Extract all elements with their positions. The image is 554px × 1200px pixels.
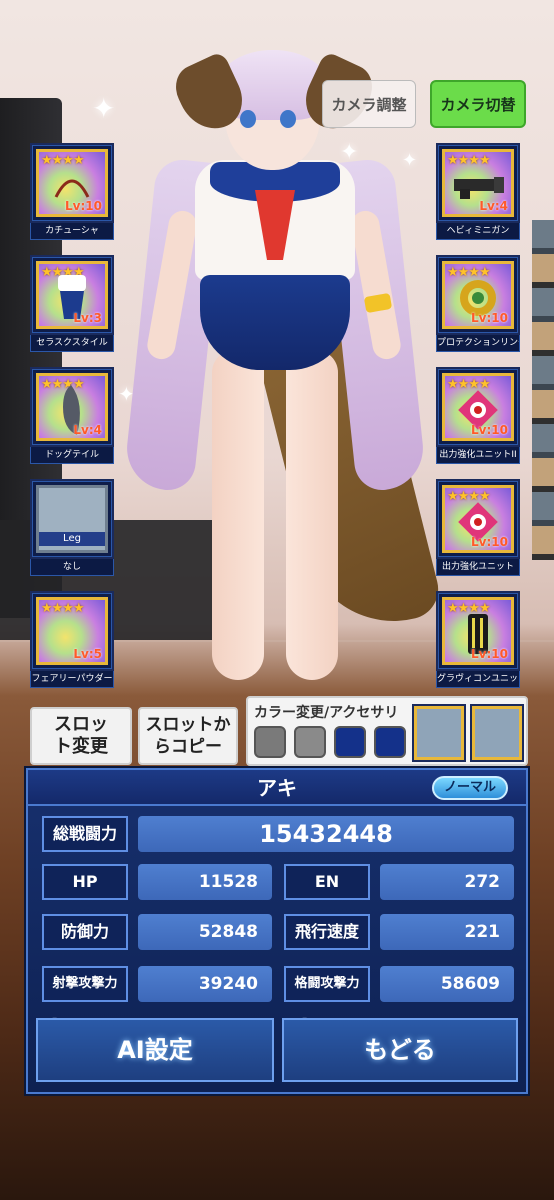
item-name: ドッグテイル bbox=[30, 447, 114, 464]
character-eye bbox=[240, 110, 256, 128]
item-level: Lv:10 bbox=[471, 535, 508, 549]
item-name: フェアリーパウダー bbox=[30, 671, 114, 688]
defense-value: 52848 bbox=[138, 914, 272, 950]
item-level: Lv:10 bbox=[471, 647, 508, 661]
character-leg bbox=[212, 350, 264, 680]
defense-label: 防御力 bbox=[42, 914, 128, 950]
item-name: 出力強化ユニットII bbox=[436, 447, 520, 464]
total-power-label: 総戦闘力 bbox=[42, 816, 128, 852]
equip-slot-unit-2[interactable]: ★★★★ Lv:10 出力強化ユニット bbox=[436, 479, 520, 576]
color-accessory-label: カラー変更/アクセサリ bbox=[254, 705, 399, 721]
color-swatch-2[interactable] bbox=[294, 726, 326, 758]
equip-slot-head[interactable]: ★★★★ Lv:10 カチューシャ bbox=[30, 143, 114, 240]
accessory-slot-1[interactable] bbox=[414, 706, 464, 760]
shooting-attack-value: 39240 bbox=[138, 966, 272, 1002]
rarity-stars: ★★★★ bbox=[41, 153, 85, 168]
color-swatch-1[interactable] bbox=[254, 726, 286, 758]
rank-badge: ノーマル bbox=[432, 776, 508, 800]
character-model[interactable] bbox=[122, 40, 445, 700]
rarity-stars: ★★★★ bbox=[41, 601, 85, 616]
camera-switch-button[interactable]: カメラ切替 bbox=[430, 80, 526, 128]
character-swimsuit bbox=[200, 275, 350, 370]
color-accessory-panel: カラー変更/アクセサリ bbox=[246, 696, 528, 766]
en-value: 272 bbox=[380, 864, 514, 900]
slot-change-label: スロット変更 bbox=[54, 714, 108, 757]
item-name: 出力強化ユニット bbox=[436, 559, 520, 576]
sparkle-icon: ✦ bbox=[92, 92, 116, 125]
equip-slot-effect[interactable]: ★★★★ Lv:5 フェアリーパウダー bbox=[30, 591, 114, 688]
flight-speed-value: 221 bbox=[380, 914, 514, 950]
accessory-slot-2[interactable] bbox=[472, 706, 522, 760]
item-name: カチューシャ bbox=[30, 223, 114, 240]
item-level: Lv:10 bbox=[65, 199, 102, 213]
melee-attack-value: 58609 bbox=[380, 966, 514, 1002]
headband-icon bbox=[54, 179, 90, 198]
character-leg bbox=[286, 350, 338, 680]
item-level: Lv:4 bbox=[479, 199, 508, 213]
slot-copy-button[interactable]: スロットからコピー bbox=[138, 707, 238, 765]
item-level: Lv:10 bbox=[471, 423, 508, 437]
item-level: Lv:5 bbox=[73, 647, 102, 661]
ai-settings-button[interactable]: AI設定 bbox=[36, 1018, 274, 1082]
color-swatch-3[interactable] bbox=[334, 726, 366, 758]
character-eye bbox=[280, 110, 296, 128]
hp-value: 11528 bbox=[138, 864, 272, 900]
equip-slot-body[interactable]: ★★★★ Lv:3 セラスクスタイル bbox=[30, 255, 114, 352]
equip-slot-accessory-1[interactable]: ★★★★ Lv:10 プロテクションリング bbox=[436, 255, 520, 352]
minigun-icon bbox=[454, 177, 504, 200]
hp-label: HP bbox=[42, 864, 128, 900]
item-level: Lv:10 bbox=[471, 311, 508, 325]
slot-change-button[interactable]: スロット変更 bbox=[30, 707, 132, 765]
equip-slot-leg[interactable]: Leg なし bbox=[30, 479, 114, 576]
back-button[interactable]: もどる bbox=[282, 1018, 518, 1082]
item-name: セラスクスタイル bbox=[30, 335, 114, 352]
shooting-attack-label: 射撃攻撃力 bbox=[42, 966, 128, 1002]
rarity-stars: ★★★★ bbox=[447, 153, 491, 168]
flight-speed-label: 飛行速度 bbox=[284, 914, 370, 950]
item-name: なし bbox=[30, 559, 114, 576]
color-swatch-4[interactable] bbox=[374, 726, 406, 758]
background-shelf bbox=[532, 220, 554, 560]
equip-slot-tail[interactable]: ★★★★ Lv:4 ドッグテイル bbox=[30, 367, 114, 464]
equip-slot-weapon[interactable]: ★★★★ Lv:4 ヘビィミニガン bbox=[436, 143, 520, 240]
melee-attack-label: 格闘攻撃力 bbox=[284, 966, 370, 1002]
total-power-value: 15432448 bbox=[138, 816, 514, 852]
equip-slot-unit-3[interactable]: ★★★★ Lv:10 グラヴィコンユニット bbox=[436, 591, 520, 688]
item-name: ヘビィミニガン bbox=[436, 223, 520, 240]
slot-copy-label: スロットからコピー bbox=[145, 715, 231, 757]
camera-adjust-button[interactable]: カメラ調整 bbox=[322, 80, 416, 128]
item-level: Lv:3 bbox=[73, 311, 102, 325]
item-name: プロテクションリング bbox=[436, 335, 520, 352]
en-label: EN bbox=[284, 864, 370, 900]
slot-type-label: Leg bbox=[39, 532, 105, 546]
equip-slot-unit-1[interactable]: ★★★★ Lv:10 出力強化ユニットII bbox=[436, 367, 520, 464]
item-level: Lv:4 bbox=[73, 423, 102, 437]
item-name: グラヴィコンユニット bbox=[436, 671, 520, 688]
